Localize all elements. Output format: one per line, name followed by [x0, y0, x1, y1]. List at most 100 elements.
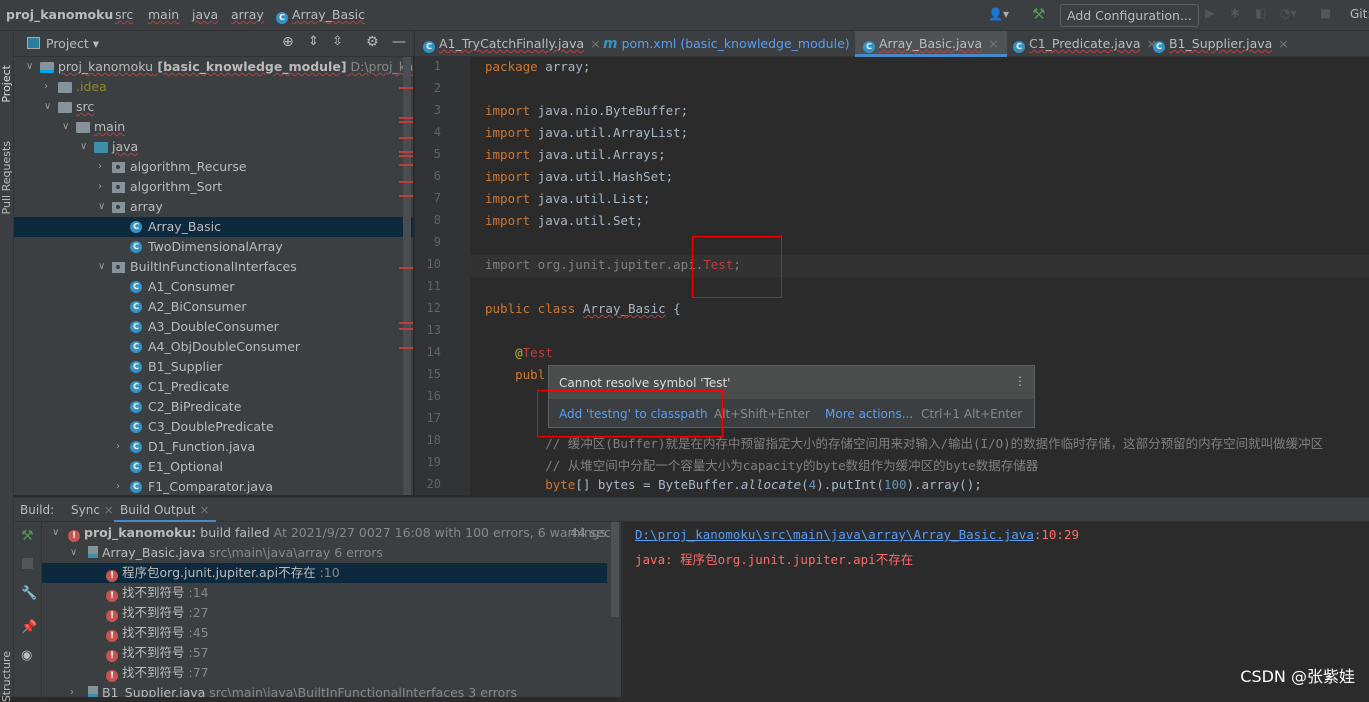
build-file-row[interactable]: ∨ Array_Basic.java src\main\java\array 6…	[42, 543, 607, 563]
user-icon[interactable]: 👤▾	[988, 7, 1009, 21]
profile-icon[interactable]: ◔▾	[1280, 6, 1297, 20]
tab-b1_supplier[interactable]: C B1_Supplier.java ×	[1145, 31, 1297, 57]
project-view-selector[interactable]: Project ▾	[46, 36, 99, 51]
chevron-down-icon[interactable]: ∨	[70, 543, 77, 563]
chevron-right-icon[interactable]: ›	[70, 683, 74, 697]
breadcrumb-java[interactable]: java	[192, 7, 218, 22]
tree-item[interactable]: ∨ array	[14, 197, 413, 217]
tree-item[interactable]: ∨ BuiltInFunctionalInterfaces	[14, 257, 413, 277]
error-stripe-mark[interactable]	[399, 181, 413, 183]
breadcrumb-main[interactable]: main	[148, 7, 179, 22]
tree-item[interactable]: ∨ proj_kanomoku [basic_knowledge_module] …	[14, 57, 413, 77]
error-stripe-mark[interactable]	[399, 164, 413, 166]
pull-requests-tool-tab[interactable]: Pull Requests	[0, 141, 13, 214]
debug-icon[interactable]: ✱	[1230, 6, 1240, 20]
chevron-down-icon[interactable]: ∨	[52, 523, 59, 543]
tab-sync[interactable]: Sync ×	[71, 503, 114, 517]
error-stripe-mark[interactable]	[399, 328, 413, 330]
breadcrumb-src[interactable]: src	[115, 7, 133, 22]
build-hammer-icon[interactable]: ⚒	[1032, 5, 1045, 23]
tree-item[interactable]: C C2_BiPredicate	[14, 397, 413, 417]
run-icon[interactable]: ▶	[1205, 6, 1214, 20]
tree-item[interactable]: › C F1_Comparator.java	[14, 477, 413, 495]
error-stripe-mark[interactable]	[399, 121, 413, 123]
hide-icon[interactable]: —	[392, 34, 406, 50]
wrench-icon[interactable]: 🔧	[21, 586, 37, 601]
tree-item[interactable]: ∨ java	[14, 137, 413, 157]
rebuild-icon[interactable]: ⚒	[21, 528, 34, 544]
breadcrumb-project[interactable]: proj_kanomoku	[6, 7, 113, 22]
close-icon[interactable]: ×	[988, 36, 998, 51]
build-error-row[interactable]: ! 找不到符号 :45	[42, 623, 607, 643]
error-stripe-mark[interactable]	[399, 117, 413, 119]
tree-item[interactable]: C A1_Consumer	[14, 277, 413, 297]
tree-item[interactable]: C E1_Optional	[14, 457, 413, 477]
gear-icon[interactable]: ⚙	[366, 34, 379, 50]
code-line[interactable]: import java.util.Arrays;	[485, 147, 666, 162]
build-root-row[interactable]: ∨ ! proj_kanomoku: build failed At 2021/9…	[42, 523, 611, 543]
error-stripe-mark[interactable]	[399, 322, 413, 324]
breadcrumb-class[interactable]: C Array_Basic	[276, 7, 365, 24]
chevron-down-icon[interactable]: ∨	[26, 57, 33, 77]
tree-item[interactable]: C A3_DoubleConsumer	[14, 317, 413, 337]
code-line[interactable]: @Test	[485, 345, 553, 360]
breadcrumb-array[interactable]: array	[231, 7, 264, 22]
chevron-down-icon[interactable]: ∨	[44, 97, 51, 117]
build-error-row[interactable]: ! 找不到符号 :77	[42, 663, 607, 683]
tree-item[interactable]: C A2_BiConsumer	[14, 297, 413, 317]
chevron-right-icon[interactable]: ›	[44, 77, 48, 97]
close-icon[interactable]: ×	[1278, 36, 1288, 51]
tab-a1_trycatchfinally[interactable]: C A1_TryCatchFinally.java ×	[415, 31, 609, 57]
build-file-row[interactable]: › B1_Supplier.java src\main\java\BuiltIn…	[42, 683, 607, 697]
locate-icon[interactable]: ⊕	[282, 34, 294, 50]
close-icon[interactable]: ×	[199, 503, 209, 517]
close-icon[interactable]: ×	[104, 503, 114, 517]
tree-item[interactable]: › algorithm_Recurse	[14, 157, 413, 177]
scrollbar[interactable]	[611, 522, 619, 617]
eye-icon[interactable]: ◉	[21, 648, 32, 663]
code-line[interactable]: import java.util.ArrayList;	[485, 125, 688, 140]
code-line[interactable]: import java.util.Set;	[485, 213, 643, 228]
collapse-all-icon[interactable]: ⇳	[332, 34, 343, 49]
tree-item[interactable]: C A4_ObjDoubleConsumer	[14, 337, 413, 357]
error-stripe-mark[interactable]	[399, 151, 413, 153]
error-stripe-mark[interactable]	[399, 87, 413, 89]
code-line[interactable]: import java.util.List;	[485, 191, 651, 206]
build-error-row[interactable]: ! 找不到符号 :14	[42, 583, 607, 603]
tree-item[interactable]: C C3_DoublePredicate	[14, 417, 413, 437]
tab-array_basic[interactable]: C Array_Basic.java ×	[855, 31, 1007, 57]
chevron-right-icon[interactable]: ›	[98, 177, 102, 197]
error-stripe-mark[interactable]	[399, 195, 413, 197]
chevron-down-icon[interactable]: ∨	[80, 137, 87, 157]
chevron-down-icon[interactable]: ∨	[98, 197, 105, 217]
tab-pom[interactable]: m pom.xml (basic_knowledge_module)×	[595, 31, 874, 57]
tree-item[interactable]: C B1_Supplier	[14, 357, 413, 377]
tree-item[interactable]: C Array_Basic	[14, 217, 413, 237]
chevron-right-icon[interactable]: ›	[98, 157, 102, 177]
error-stripe-mark[interactable]	[399, 347, 413, 349]
error-file-link[interactable]: D:\proj_kanomoku\src\main\java\array\Arr…	[635, 527, 1034, 542]
error-stripe-mark[interactable]	[399, 137, 413, 139]
stop-icon[interactable]	[22, 558, 33, 569]
pin-icon[interactable]: 📌	[21, 620, 37, 635]
tree-item[interactable]: C TwoDimensionalArray	[14, 237, 413, 257]
more-actions-link[interactable]: More actions...	[825, 407, 913, 421]
more-options-icon[interactable]: ⋮	[1014, 374, 1026, 388]
chevron-right-icon[interactable]: ›	[116, 437, 120, 457]
code-line[interactable]: publ	[485, 367, 545, 382]
structure-tool-tab[interactable]: Structure	[0, 651, 13, 702]
tree-item[interactable]: ∨ src	[14, 97, 413, 117]
project-tool-tab[interactable]: Project	[0, 65, 13, 103]
chevron-down-icon[interactable]: ∨	[62, 117, 69, 137]
chevron-down-icon[interactable]: ∨	[98, 257, 105, 277]
code-line[interactable]: public class Array_Basic {	[485, 301, 681, 316]
code-line[interactable]: byte[] bytes = ByteBuffer.allocate(4).pu…	[485, 477, 982, 492]
code-line[interactable]: package array;	[485, 59, 590, 74]
code-line[interactable]: import java.nio.ByteBuffer;	[485, 103, 688, 118]
chevron-right-icon[interactable]: ›	[116, 477, 120, 495]
error-stripe-mark[interactable]	[399, 155, 413, 157]
build-error-row[interactable]: ! 程序包org.junit.jupiter.api不存在 :10	[42, 563, 607, 583]
build-error-row[interactable]: ! 找不到符号 :27	[42, 603, 607, 623]
error-stripe-mark[interactable]	[399, 267, 413, 269]
code-line[interactable]: // 从堆空间中分配一个容量大小为capacity的byte数组作为缓冲区的by…	[485, 455, 1038, 474]
